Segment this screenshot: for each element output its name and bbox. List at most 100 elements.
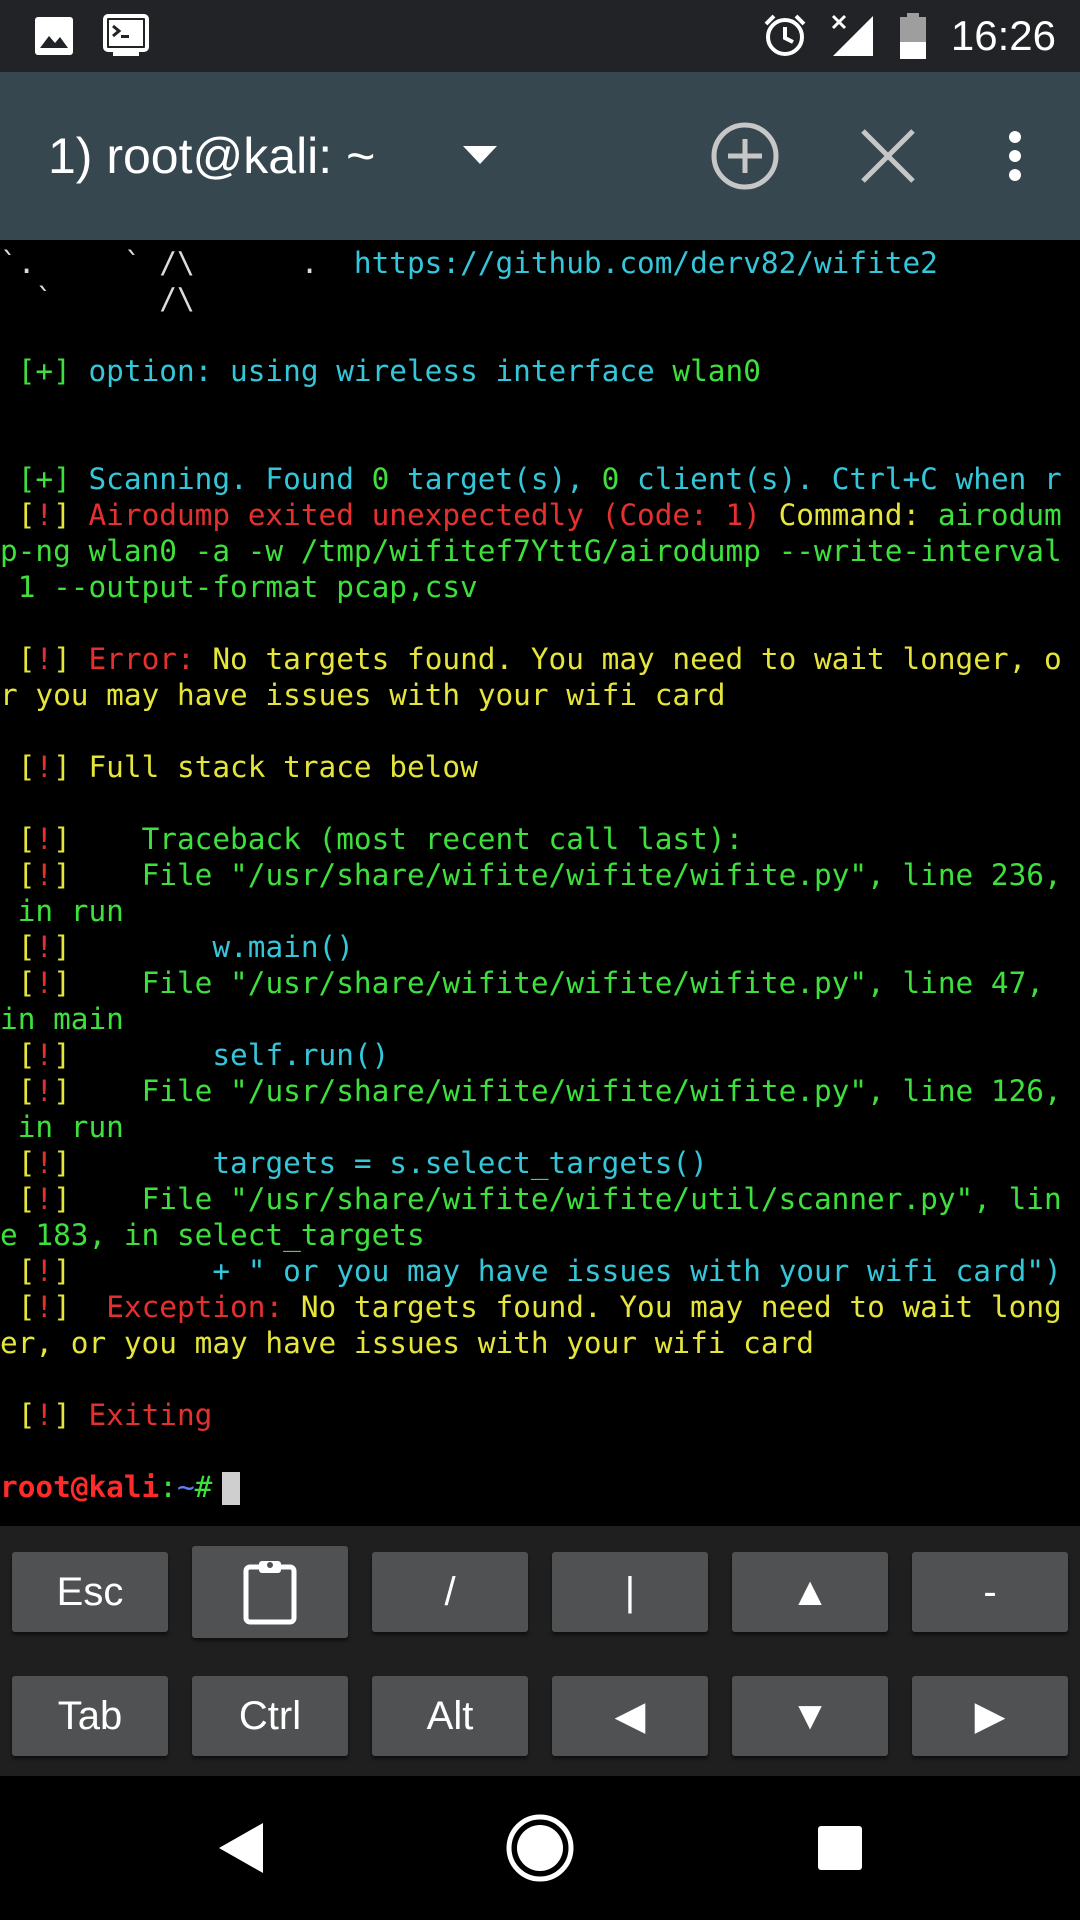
home-button[interactable] <box>450 1776 630 1920</box>
add-session-button[interactable] <box>700 72 790 240</box>
ctrl-key[interactable]: Ctrl <box>192 1676 348 1756</box>
terminal-line: [!] Exception: No targets found. You may… <box>0 1289 1080 1325</box>
back-icon <box>219 1823 263 1873</box>
terminal-text-segment: [ <box>0 930 36 964</box>
terminal-text-segment: ] <box>53 966 142 1000</box>
terminal-text-segment: Full stack trace below <box>88 750 478 784</box>
back-button[interactable] <box>150 1776 330 1920</box>
terminal-line: [!] File "/usr/share/wifite/wifite/wifit… <box>0 1073 1080 1109</box>
terminal-text-segment: + " or you may have issues with your wif… <box>212 1254 1062 1288</box>
terminal-text-segment: [ <box>0 1398 36 1432</box>
terminal-text-segment: [ <box>0 1254 36 1288</box>
terminal-output[interactable]: `. ` /\ . https://github.com/derv82/wifi… <box>0 240 1080 1526</box>
alt-key[interactable]: Alt <box>372 1676 528 1756</box>
esc-key[interactable]: Esc <box>12 1552 168 1632</box>
pipe-key[interactable]: | <box>552 1552 708 1632</box>
down-arrow-key[interactable]: ▼ <box>732 1676 888 1756</box>
alarm-icon <box>764 14 806 56</box>
terminal-text-segment: ] <box>53 1038 213 1072</box>
terminal-text-segment: No targets found. You may need to wait l… <box>212 642 1062 676</box>
terminal-text-segment: ` /\ <box>0 282 195 316</box>
clock: 16:26 <box>950 12 1056 59</box>
terminal-text-segment: in run <box>0 894 124 928</box>
terminal-text-segment: ] <box>53 1074 142 1108</box>
terminal-text-segment: File "/usr/share/wifite/wifite/util/scan… <box>141 1182 1062 1216</box>
right-arrow-key[interactable]: ▶ <box>912 1676 1068 1756</box>
tab-key[interactable]: Tab <box>12 1676 168 1756</box>
overflow-menu-button[interactable] <box>990 72 1040 240</box>
terminal-text-segment: [+] <box>0 354 89 388</box>
terminal-text-segment: ! <box>35 822 54 856</box>
terminal-line: r you may have issues with your wifi car… <box>0 677 1080 713</box>
terminal-text-segment: [ <box>0 822 36 856</box>
terminal-line: `. ` /\ . https://github.com/derv82/wifi… <box>0 245 1080 281</box>
terminal-text-segment: option: using wireless interface <box>88 354 673 388</box>
extra-keys-bar: Esc / | ▲ - Tab Ctrl Alt ◀ ▼ ▶ <box>0 1526 1080 1776</box>
terminal-text-segment: ] <box>53 822 142 856</box>
terminal-text-segment: ! <box>35 642 54 676</box>
terminal-line: in run <box>0 1109 1080 1145</box>
prompt-user-host: root@kali <box>0 1470 160 1504</box>
terminal-text-segment: ! <box>35 498 54 532</box>
terminal-text-segment: ] <box>53 858 142 892</box>
terminal-text-segment: ! <box>35 1398 54 1432</box>
image-notification-icon <box>35 17 73 55</box>
terminal-text-segment: Airodump exited unexpectedly (Code: 1) <box>88 498 779 532</box>
terminal-text-segment: ] <box>53 750 89 784</box>
terminal-line: in run <box>0 893 1080 929</box>
terminal-text-segment: ] <box>53 1254 213 1288</box>
terminal-line: [!] Error: No targets found. You may nee… <box>0 641 1080 677</box>
prompt-symbol: # <box>194 1470 213 1504</box>
terminal-line: ` /\ <box>0 281 1080 317</box>
recents-button[interactable] <box>750 1776 930 1920</box>
close-session-button[interactable] <box>843 72 933 240</box>
terminal-text-segment: ] <box>53 1146 213 1180</box>
session-dropdown-button[interactable] <box>440 72 520 240</box>
terminal-line: [!] targets = s.select_targets() <box>0 1145 1080 1181</box>
terminal-text-segment: `. ` /\ . <box>0 246 354 280</box>
terminal-text-segment: ! <box>35 1074 54 1108</box>
close-session-icon <box>861 129 915 183</box>
terminal-text-segment: w.main() <box>212 930 354 964</box>
terminal-text-segment: er, or you may have issues with your wif… <box>0 1326 814 1360</box>
terminal-notification-icon <box>103 14 149 56</box>
terminal-text-segment: p-ng wlan0 -a -w /tmp/wifitef7YttG/airod… <box>0 534 1062 568</box>
add-session-icon <box>711 122 779 190</box>
terminal-text-segment: Error: <box>88 642 213 676</box>
up-arrow-key[interactable]: ▲ <box>732 1552 888 1632</box>
terminal-line: [+] Scanning. Found 0 target(s), 0 clien… <box>0 461 1080 497</box>
terminal-text-segment: [ <box>0 1182 36 1216</box>
terminal-text-segment: self.run() <box>212 1038 390 1072</box>
terminal-text-segment: File "/usr/share/wifite/wifite/wifite.py… <box>141 858 1062 892</box>
terminal-text-segment: ] <box>53 1398 89 1432</box>
terminal-lines: `. ` /\ . https://github.com/derv82/wifi… <box>0 245 1080 1469</box>
terminal-text-segment: ! <box>35 966 54 1000</box>
minus-key[interactable]: - <box>912 1552 1068 1632</box>
session-title[interactable]: 1) root@kali: ~ <box>48 72 375 240</box>
terminal-line: [!] + " or you may have issues with your… <box>0 1253 1080 1289</box>
terminal-text-segment: ! <box>35 1254 54 1288</box>
terminal-text-segment: ] <box>53 498 89 532</box>
terminal-line: [!] w.main() <box>0 929 1080 965</box>
text-cursor <box>222 1471 241 1505</box>
left-arrow-key[interactable]: ◀ <box>552 1676 708 1756</box>
prompt-line[interactable]: root@kali:~# <box>0 1469 1080 1505</box>
terminal-line: [!] self.run() <box>0 1037 1080 1073</box>
paste-key[interactable] <box>192 1546 348 1638</box>
recents-icon <box>818 1826 862 1870</box>
slash-key[interactable]: / <box>372 1552 528 1632</box>
terminal-text-segment: ] <box>53 642 89 676</box>
session-toolbar: 1) root@kali: ~ <box>0 72 1080 240</box>
terminal-line: p-ng wlan0 -a -w /tmp/wifitef7YttG/airod… <box>0 533 1080 569</box>
signal-no-service-icon <box>831 14 873 56</box>
dropdown-arrow-icon <box>463 146 497 164</box>
terminal-text-segment: Scanning. Found <box>88 462 372 496</box>
terminal-text-segment: File "/usr/share/wifite/wifite/wifite.py… <box>141 1074 1062 1108</box>
terminal-text-segment: airodum <box>937 498 1062 532</box>
terminal-text-segment: Exiting <box>88 1398 213 1432</box>
